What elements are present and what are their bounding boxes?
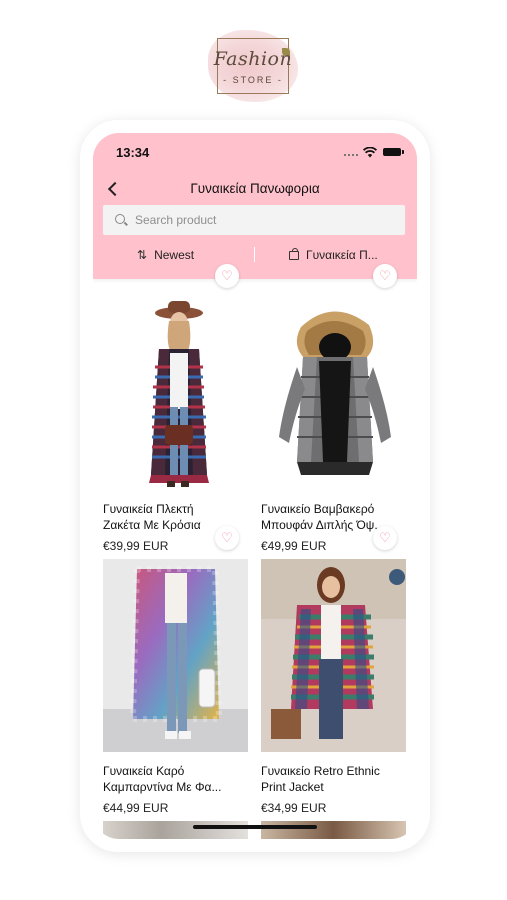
search-bar[interactable] — [103, 205, 405, 235]
product-price: €34,99 EUR — [261, 801, 327, 815]
product-card[interactable] — [261, 821, 406, 839]
product-image — [261, 821, 406, 839]
home-indicator[interactable] — [193, 825, 317, 829]
sort-label: Newest — [154, 248, 195, 262]
product-name-line: Γυναικείο Retro Ethnic — [261, 764, 380, 778]
heart-icon[interactable]: ♡ — [373, 526, 397, 550]
phone-frame: 13:34 Γυναικεία Πανωφορια ⇅ Newest — [80, 120, 430, 852]
signal-icon — [344, 154, 358, 156]
heart-icon[interactable]: ♡ — [215, 526, 239, 550]
product-price: €44,99 EUR — [103, 801, 169, 815]
product-name-line: Καμπαρντίνα Με Φα... — [103, 780, 222, 794]
bag-icon — [289, 247, 299, 260]
product-image — [261, 559, 406, 752]
sort-button[interactable]: ⇅ Newest — [137, 247, 194, 263]
battery-icon — [383, 148, 404, 156]
category-filter-label: Γυναικεία Π... — [306, 248, 378, 262]
back-icon[interactable] — [107, 181, 121, 197]
ethnic-jacket-photo — [261, 559, 406, 752]
product-name: Γυναικείο Retro Ethnic Print Jacket — [261, 763, 406, 795]
toolbar-divider — [254, 247, 255, 262]
product-image — [103, 821, 248, 839]
product-name-line: Γυναικεία Πλεκτή — [103, 502, 194, 516]
heart-icon[interactable]: ♡ — [373, 264, 397, 288]
product-name: Γυναικεία Καρό Καμπαρντίνα Με Φα... — [103, 763, 248, 795]
header: 13:34 Γυναικεία Πανωφορια ⇅ Newest — [93, 133, 417, 279]
puffer-jacket-photo — [261, 297, 406, 490]
product-image — [103, 297, 248, 490]
product-image — [103, 559, 248, 752]
search-icon — [115, 214, 125, 224]
product-price: €49,99 EUR — [261, 539, 327, 553]
product-name-line: Γυναικείο Βαμβακερό — [261, 502, 375, 516]
logo-store-text: - STORE - — [223, 75, 283, 85]
product-card[interactable] — [103, 821, 248, 839]
heart-icon[interactable]: ♡ — [215, 264, 239, 288]
app-stage: Fashion - STORE - 13:34 Γυναικεία Πανωφο… — [0, 0, 507, 900]
sort-icon: ⇅ — [137, 248, 148, 262]
product-price: €39,99 EUR — [103, 539, 169, 553]
wifi-icon — [363, 147, 377, 158]
knit-cardigan-photo — [103, 297, 248, 490]
page-title: Γυναικεία Πανωφορια — [190, 181, 320, 196]
logo-script-text: Fashion — [213, 48, 293, 70]
product-name-line: Γυναικεία Καρό — [103, 764, 185, 778]
fashion-store-logo: Fashion - STORE - — [208, 30, 298, 102]
search-input[interactable] — [135, 205, 395, 235]
status-time: 13:34 — [116, 145, 150, 160]
product-name-line: Print Jacket — [261, 780, 324, 794]
category-filter-button[interactable]: Γυναικεία Π... — [289, 247, 394, 263]
app-screen: 13:34 Γυναικεία Πανωφορια ⇅ Newest — [93, 133, 417, 839]
product-image — [261, 297, 406, 490]
plaid-coat-photo — [103, 559, 248, 752]
